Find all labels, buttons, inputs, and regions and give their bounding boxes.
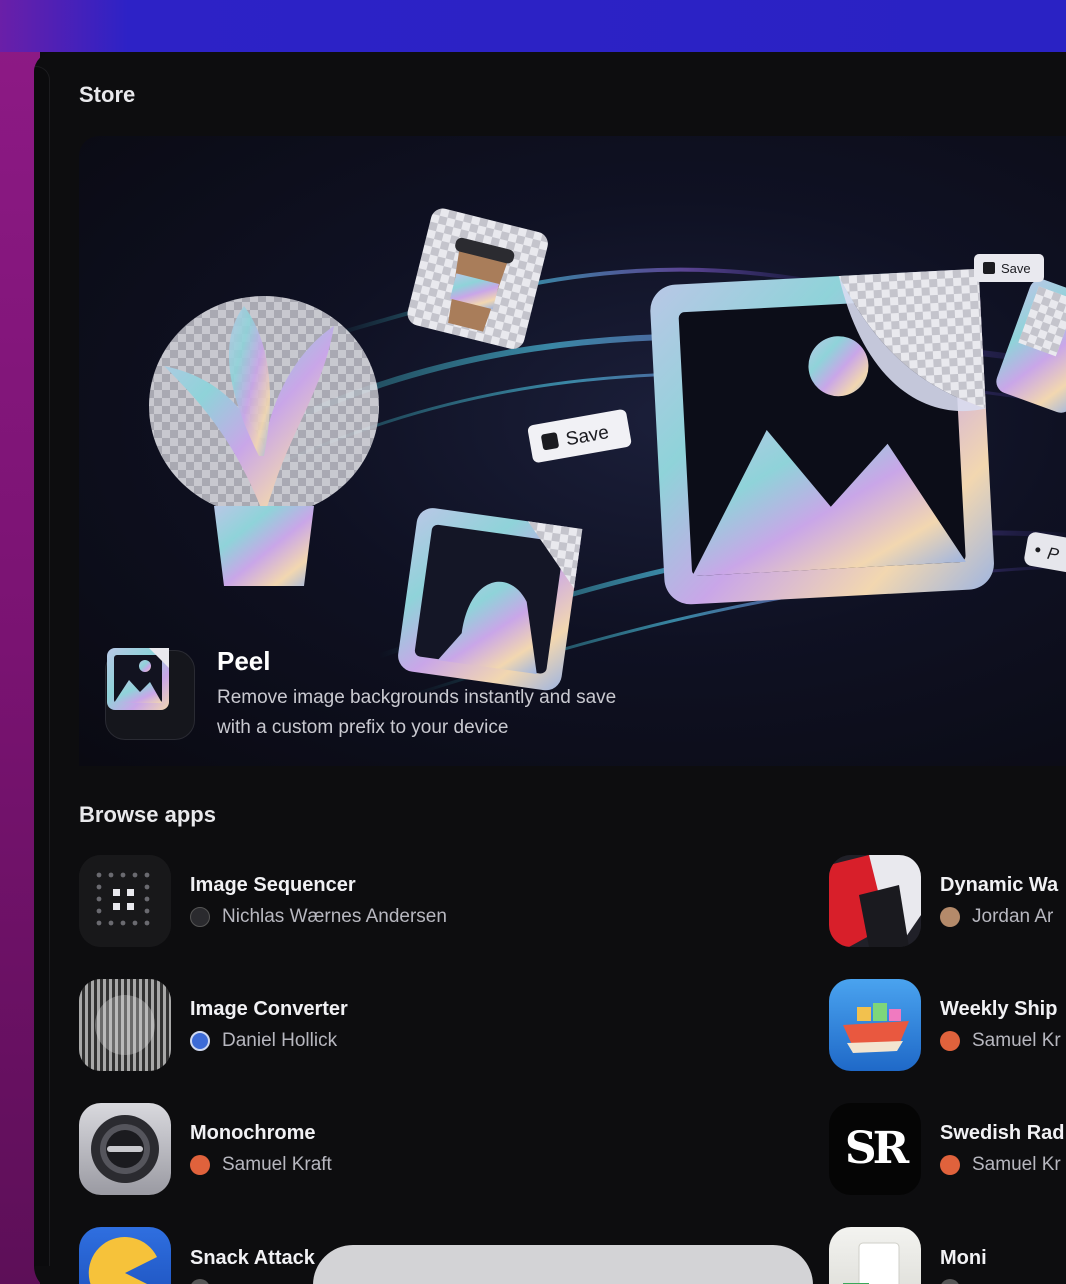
save-sticker-small: Save xyxy=(974,254,1044,282)
monochrome-icon xyxy=(79,1103,171,1195)
app-author: Jordan Ar xyxy=(972,906,1054,927)
plant-sticker xyxy=(149,296,379,586)
save-sticker: Save xyxy=(527,409,632,463)
featured-banner[interactable]: Save Save P Peel Remove image background… xyxy=(79,136,1066,766)
sidebar-edge xyxy=(34,66,50,1266)
floating-overlay-panel[interactable] xyxy=(313,1245,813,1284)
featured-app[interactable]: Peel Remove image backgrounds instantly … xyxy=(105,646,647,743)
list-item[interactable]: Snack Attack xyxy=(79,1227,315,1284)
author-avatar xyxy=(190,1031,210,1051)
app-author: Daniel Hollick xyxy=(222,1030,338,1051)
author-avatar xyxy=(940,907,960,927)
weekly-ship-icon xyxy=(829,979,921,1071)
author-avatar xyxy=(190,907,210,927)
image-sequencer-icon xyxy=(79,855,171,947)
list-item[interactable]: Weekly Ship Samuel Kr xyxy=(829,979,1061,1071)
photo-icon xyxy=(107,648,169,710)
list-item[interactable]: Dynamic Wa Jordan Ar xyxy=(829,855,1058,947)
swedish-radio-icon: SR xyxy=(829,1103,921,1195)
snack-attack-icon xyxy=(79,1227,171,1284)
app-name: Monochrome xyxy=(190,1122,316,1144)
list-item[interactable]: SR Swedish Rad Samuel Kr xyxy=(829,1103,1064,1195)
featured-app-name: Peel xyxy=(217,646,271,676)
featured-app-description: Remove image backgrounds instantly and s… xyxy=(217,687,617,738)
peel-app-icon xyxy=(105,648,195,740)
svg-text:Save: Save xyxy=(1001,261,1031,276)
svg-text:SR: SR xyxy=(845,1123,910,1174)
app-name: Snack Attack xyxy=(190,1247,315,1269)
moni-icon xyxy=(829,1227,921,1284)
image-converter-icon xyxy=(79,979,171,1071)
author-avatar xyxy=(190,1155,210,1175)
list-item[interactable]: Image Converter Daniel Hollick xyxy=(79,979,348,1071)
app-name: Dynamic Wa xyxy=(940,874,1059,896)
app-author: Samuel Kr xyxy=(972,1154,1061,1175)
coffee-cup-sticker xyxy=(407,208,548,349)
app-name: Swedish Rad xyxy=(940,1122,1065,1144)
app-author: Samuel Kr xyxy=(972,1030,1061,1051)
author-avatar xyxy=(940,1279,960,1284)
desktop-background-top xyxy=(0,0,1066,52)
app-name: Moni xyxy=(940,1247,987,1269)
dynamic-wallpaper-icon xyxy=(829,855,921,947)
photo-sticker-large xyxy=(650,268,994,605)
author-avatar xyxy=(190,1279,210,1284)
app-name: Image Sequencer xyxy=(190,874,356,896)
browse-apps-heading: Browse apps xyxy=(79,802,216,827)
list-item[interactable]: Image Sequencer Nichlas Wærnes Andersen xyxy=(79,855,447,947)
list-item[interactable]: Monochrome Samuel Kraft xyxy=(79,1103,332,1195)
list-item[interactable]: Moni xyxy=(829,1227,987,1284)
page-title: Store xyxy=(79,82,136,107)
app-name: Weekly Ship xyxy=(940,998,1058,1020)
store-window: Store Save Save P Peel Remove image back… xyxy=(34,52,1066,1284)
app-author: Nichlas Wærnes Andersen xyxy=(222,906,447,927)
author-avatar xyxy=(940,1031,960,1051)
app-name: Image Converter xyxy=(190,998,348,1020)
app-author: Samuel Kraft xyxy=(222,1154,332,1175)
author-avatar xyxy=(940,1155,960,1175)
